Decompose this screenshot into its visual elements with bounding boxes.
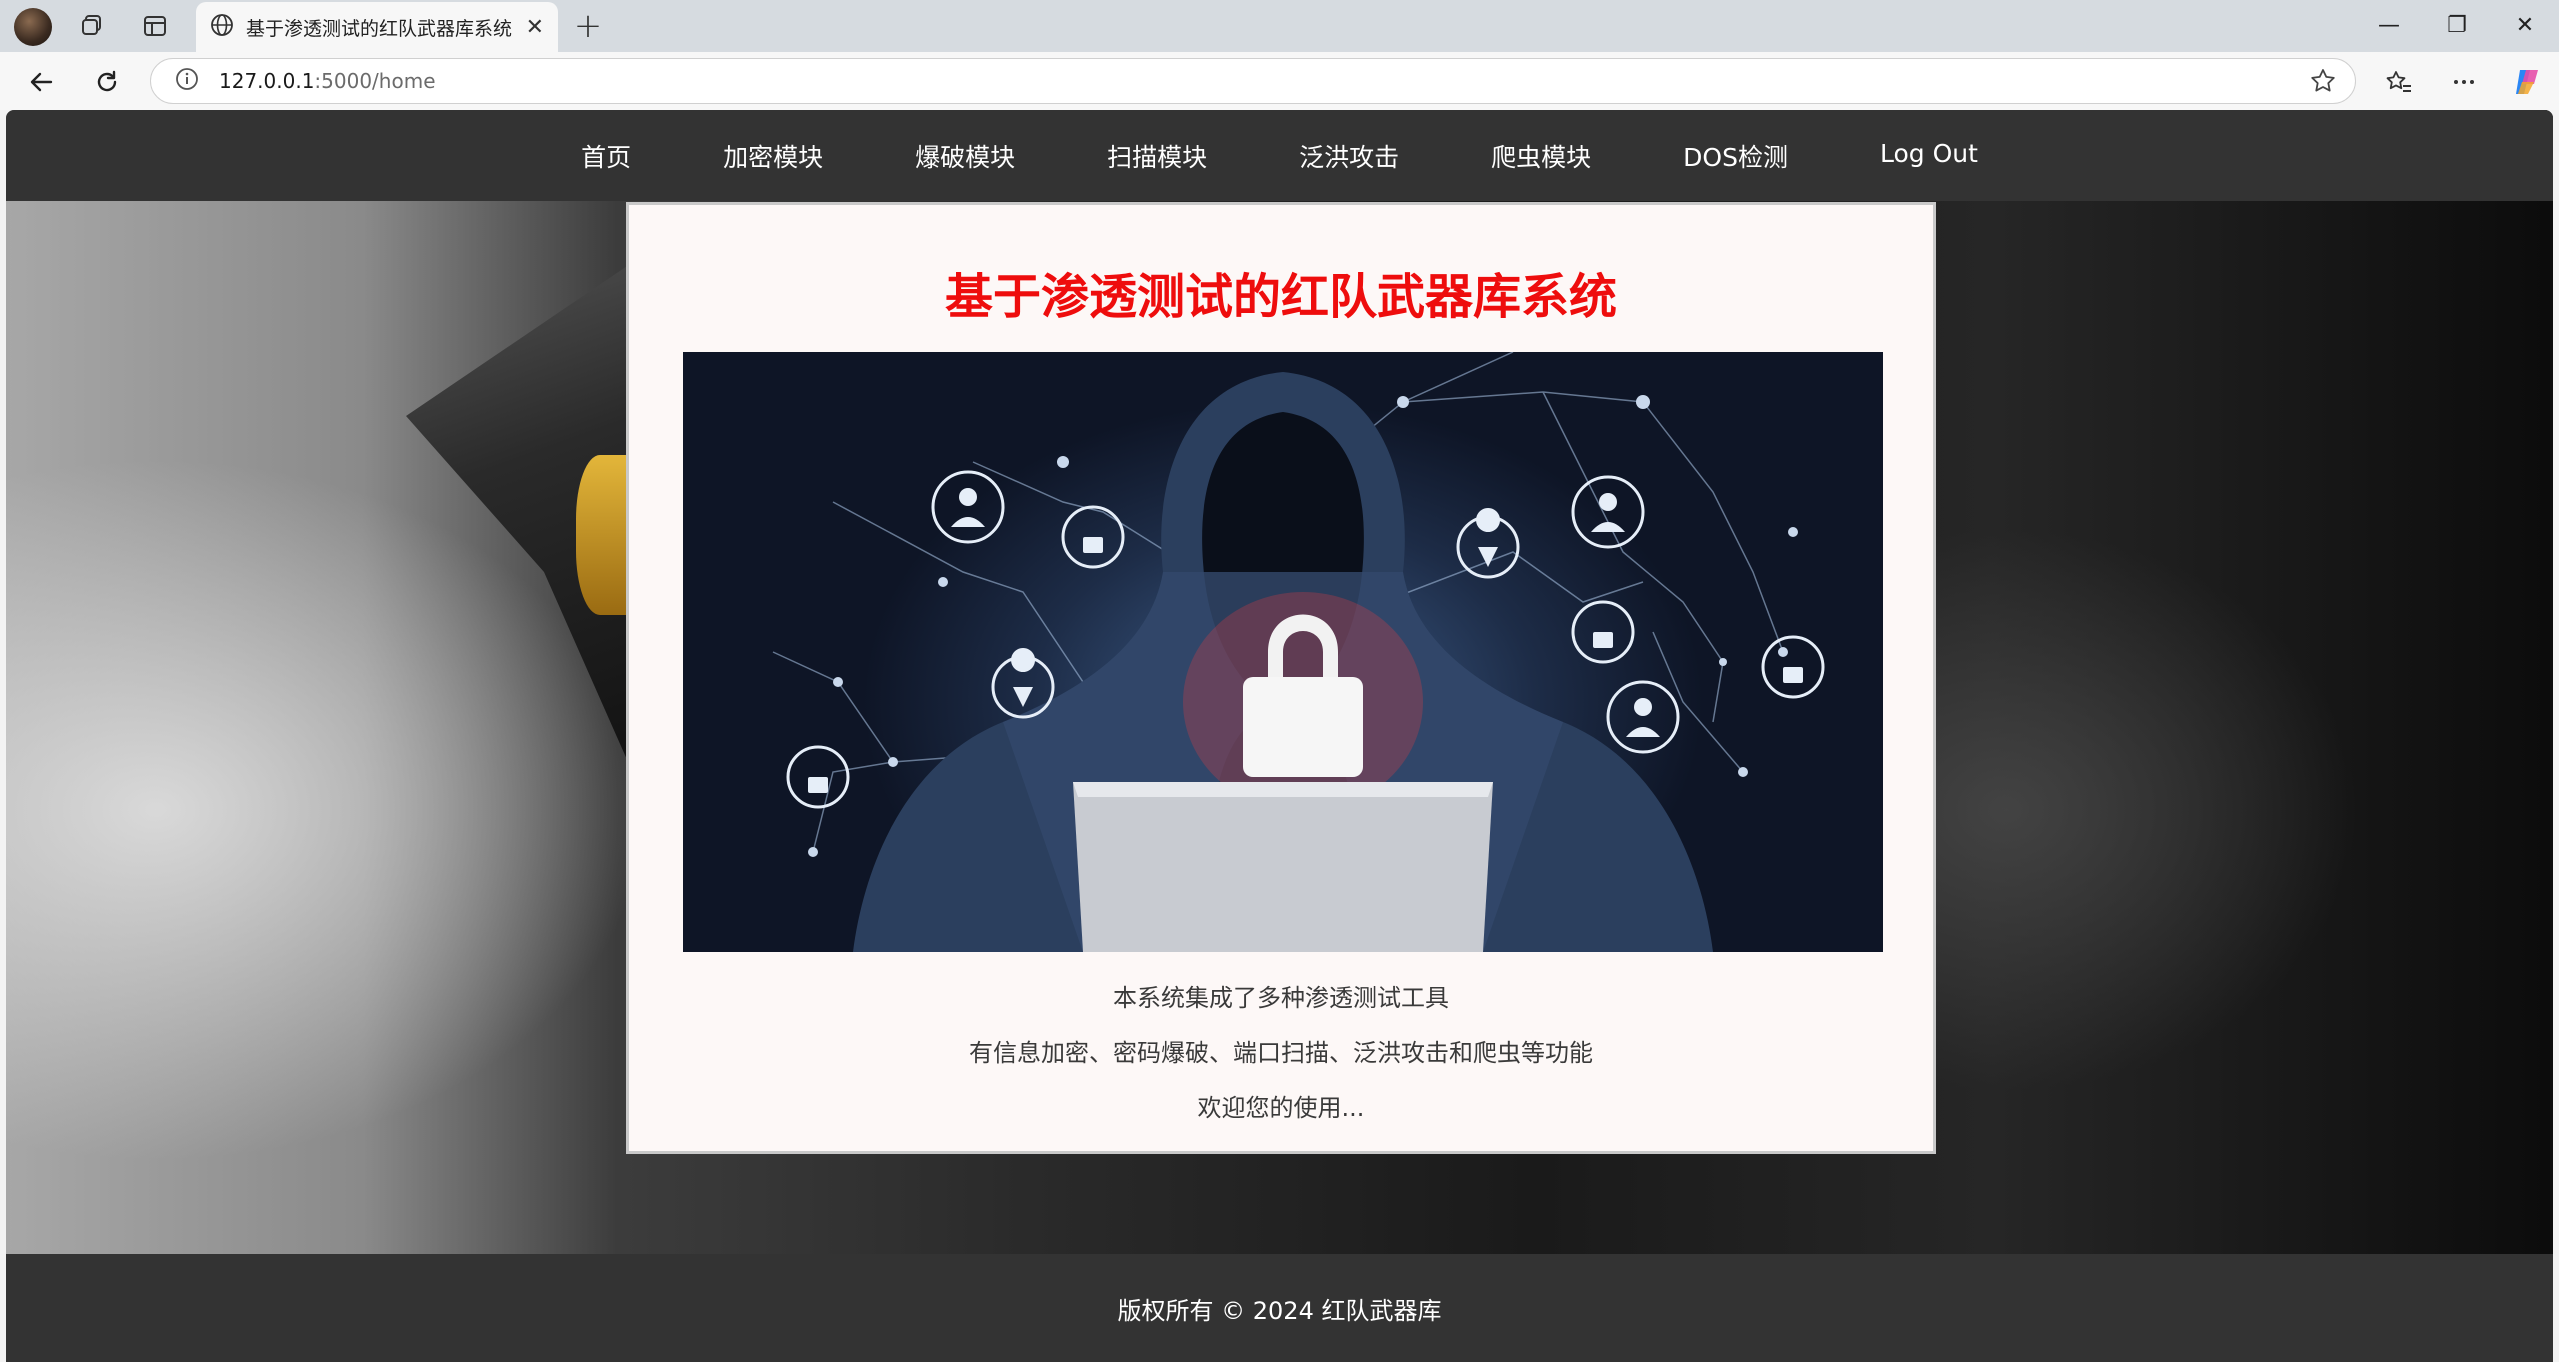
browser-toolbar: 127.0.0.1:5000/home <box>0 52 2559 110</box>
main-card: 基于渗透测试的红队武器库系统 本系统集成了多种渗透测试工具 有信息加密、密码爆破… <box>626 202 1936 1154</box>
tab-close-icon[interactable]: ✕ <box>526 15 544 40</box>
nav-crawler[interactable]: 爬虫模块 <box>1491 138 1591 174</box>
nav-bruteforce[interactable]: 爆破模块 <box>915 138 1015 174</box>
description-line-1: 本系统集成了多种渗透测试工具 <box>1113 984 1449 1012</box>
new-tab-button[interactable]: + <box>568 6 608 46</box>
back-icon[interactable] <box>20 62 62 102</box>
hacker-hero-image <box>683 352 1883 952</box>
nav-scan[interactable]: 扫描模块 <box>1107 138 1207 174</box>
copilot-icon[interactable] <box>2507 62 2549 102</box>
site-navbar: 首页 加密模块 爆破模块 扫描模块 泛洪攻击 爬虫模块 DOS检测 Log Ou… <box>6 110 2553 201</box>
address-bar[interactable]: 127.0.0.1:5000/home <box>150 58 2356 104</box>
nav-home[interactable]: 首页 <box>581 138 631 174</box>
copyright-text: 版权所有 © 2024 红队武器库 <box>1117 1296 1442 1325</box>
tab-title: 基于渗透测试的红队武器库系统 <box>246 17 513 40</box>
url-path: :5000/home <box>314 69 436 93</box>
globe-icon <box>210 13 234 41</box>
browser-tab-strip: 基于渗透测试的红队武器库系统 ✕ + — ❐ ✕ <box>0 0 2559 52</box>
url-host: 127.0.0.1 <box>219 69 315 93</box>
site-footer: 版权所有 © 2024 红队武器库 <box>6 1254 2553 1362</box>
more-options-icon[interactable] <box>2443 62 2485 102</box>
site-info-icon[interactable] <box>175 67 199 95</box>
page-viewport: 首页 加密模块 爆破模块 扫描模块 泛洪攻击 爬虫模块 DOS检测 Log Ou… <box>6 110 2553 1362</box>
active-tab[interactable]: 基于渗透测试的红队武器库系统 ✕ <box>196 2 558 52</box>
description-line-2: 有信息加密、密码爆破、端口扫描、泛洪攻击和爬虫等功能 <box>969 1039 1593 1067</box>
nav-flood[interactable]: 泛洪攻击 <box>1299 138 1399 174</box>
favorites-icon[interactable] <box>2378 62 2420 102</box>
refresh-icon[interactable] <box>86 62 128 102</box>
window-close-icon[interactable]: ✕ <box>2490 0 2559 50</box>
restore-icon[interactable]: ❐ <box>2422 0 2492 50</box>
favorite-star-icon[interactable] <box>2309 67 2337 99</box>
page-title: 基于渗透测试的红队武器库系统 <box>944 269 1617 325</box>
nav-dos-detect[interactable]: DOS检测 <box>1683 138 1788 174</box>
logout-link[interactable]: Log Out <box>1880 139 1978 168</box>
workspaces-icon[interactable] <box>72 8 112 44</box>
profile-avatar[interactable] <box>14 8 52 46</box>
welcome-line: 欢迎您的使用... <box>1197 1094 1365 1122</box>
minimize-icon[interactable]: — <box>2354 0 2424 50</box>
vertical-tabs-icon[interactable] <box>135 8 175 44</box>
nav-encryption[interactable]: 加密模块 <box>723 138 823 174</box>
